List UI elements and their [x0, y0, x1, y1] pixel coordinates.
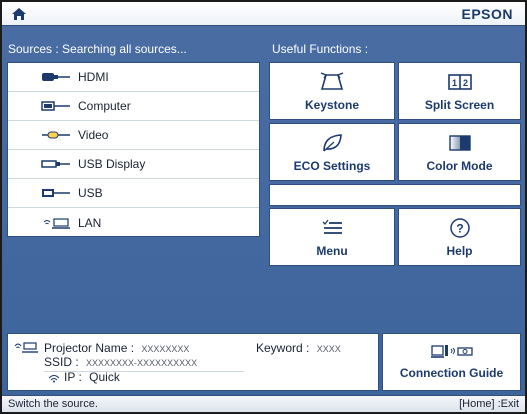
source-label: USB — [78, 186, 103, 200]
color-mode-button[interactable]: Color Mode — [398, 123, 521, 181]
color-mode-icon — [448, 134, 471, 151]
keystone-button[interactable]: Keystone — [269, 62, 395, 120]
source-list: HDMI Computer Video USB Display USB LAN — [7, 62, 260, 237]
keyword-label: Keyword : — [256, 341, 310, 355]
source-label: HDMI — [78, 70, 109, 84]
source-item-hdmi[interactable]: HDMI — [8, 63, 259, 92]
status-hint: Switch the source. — [8, 398, 98, 410]
projector-home-screen: EPSON Sources : Searching all sources...… — [0, 0, 527, 414]
menu-button[interactable]: Menu — [269, 208, 395, 266]
split-screen-label: Split Screen — [424, 97, 495, 112]
usb-display-icon — [41, 160, 70, 168]
ssid-label: SSID : — [44, 355, 79, 369]
empty-row — [269, 184, 521, 206]
functions-title: Useful Functions : — [272, 42, 369, 56]
color-mode-label: Color Mode — [426, 158, 493, 173]
header-bar: EPSON — [2, 2, 525, 26]
connection-guide-icon — [430, 345, 473, 358]
source-item-usb-display[interactable]: USB Display — [8, 150, 259, 179]
lan-icon — [43, 217, 70, 229]
menu-icon — [322, 219, 342, 234]
keystone-icon — [320, 71, 344, 90]
svg-text:2: 2 — [462, 78, 467, 88]
sources-title: Sources : Searching all sources... — [8, 42, 187, 56]
help-label: Help — [446, 243, 473, 258]
network-status-icon — [14, 342, 38, 353]
home-icon[interactable] — [11, 6, 27, 22]
ip-value: Quick — [89, 370, 120, 384]
status-bar: Switch the source. [Home] :Exit — [2, 395, 525, 412]
ip-row: IP : Quick — [64, 370, 120, 384]
help-button[interactable]: ? Help — [398, 208, 521, 266]
source-label: Computer — [78, 99, 131, 113]
help-icon: ? — [449, 217, 470, 238]
screen-area: EPSON Sources : Searching all sources...… — [2, 2, 525, 412]
source-item-computer[interactable]: Computer — [8, 92, 259, 121]
eco-leaf-icon — [323, 133, 342, 151]
connection-guide-label: Connection Guide — [399, 366, 504, 380]
svg-text:?: ? — [456, 221, 463, 235]
source-item-lan[interactable]: LAN — [8, 208, 259, 237]
wireless-icon — [48, 375, 60, 383]
source-item-video[interactable]: Video — [8, 121, 259, 150]
keyword-value: XXXX — [316, 344, 341, 354]
network-info-panel: Projector Name : XXXXXXXX Keyword : XXXX… — [7, 333, 379, 391]
ip-label: IP : — [64, 370, 82, 384]
hdmi-port-icon — [42, 73, 70, 81]
projector-name-label: Projector Name : — [44, 341, 135, 355]
source-label: USB Display — [78, 157, 146, 171]
svg-text:1: 1 — [451, 78, 456, 88]
projector-name-row: Projector Name : XXXXXXXX — [44, 341, 189, 355]
ssid-value: XXXXXXXX-XXXXXXXXXX — [86, 358, 198, 368]
connection-guide-button[interactable]: Connection Guide — [382, 333, 521, 391]
eco-settings-button[interactable]: ECO Settings — [269, 123, 395, 181]
source-label: LAN — [78, 215, 102, 230]
projector-name-value: XXXXXXXX — [141, 344, 190, 354]
split-screen-button[interactable]: 1 2 Split Screen — [398, 62, 521, 120]
source-label: Video — [78, 128, 109, 142]
split-screen-icon: 1 2 — [447, 73, 472, 90]
status-exit-hint: [Home] :Exit — [459, 398, 519, 410]
computer-port-icon — [41, 101, 70, 111]
video-port-icon — [42, 131, 70, 139]
usb-port-icon — [42, 189, 70, 197]
keystone-label: Keystone — [304, 97, 360, 112]
eco-settings-label: ECO Settings — [293, 158, 371, 173]
keyword-row: Keyword : XXXX — [256, 341, 341, 355]
source-item-usb[interactable]: USB — [8, 179, 259, 208]
menu-label: Menu — [316, 243, 348, 258]
brand-logo: EPSON — [461, 6, 513, 22]
